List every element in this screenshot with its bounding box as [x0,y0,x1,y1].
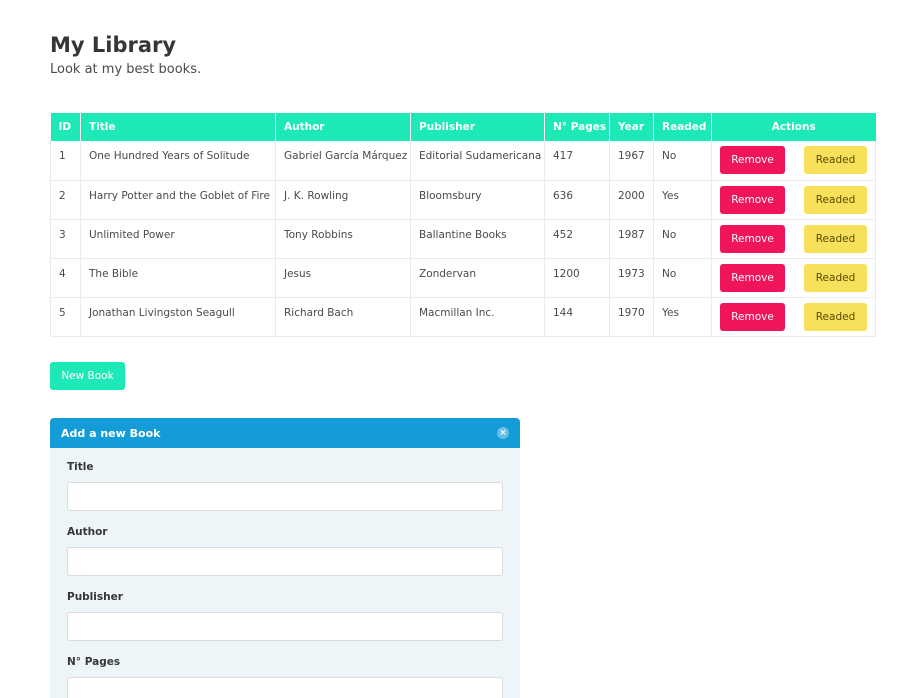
cell-readed: Yes [653,180,712,220]
table-row: 5 Jonathan Livingston Seagull Richard Ba… [50,297,876,337]
add-book-panel: Add a new Book × Title Author Publisher … [50,418,520,698]
table-row: 3 Unlimited Power Tony Robbins Ballantin… [50,219,876,259]
cell-year: 1970 [609,297,654,337]
readed-button[interactable]: Readed [804,263,867,292]
author-input[interactable] [67,547,503,576]
table-row: 1 One Hundred Years of Solitude Gabriel … [50,141,876,181]
table-header-row: ID Title Author Publisher N° Pages Year … [50,113,876,141]
cell-readed: Yes [653,297,712,337]
cell-year: 1967 [609,141,654,181]
cell-id: 4 [50,258,81,298]
column-header-pages: N° Pages [544,113,610,141]
cell-author: Gabriel García Márquez [275,141,411,181]
column-header-year: Year [609,113,654,141]
cell-author: Tony Robbins [275,219,411,259]
cell-pages: 417 [544,141,610,181]
page-title: My Library [50,33,177,57]
remove-button[interactable]: Remove [720,146,785,174]
cell-title: Unlimited Power [80,219,276,259]
cell-readed: No [653,141,712,181]
column-header-readed: Readed [653,113,712,141]
cell-actions: Remove Readed [711,219,876,259]
cell-actions: Remove Readed [711,258,876,298]
cell-id: 5 [50,297,81,337]
title-input[interactable] [67,482,503,511]
column-header-title: Title [80,113,276,141]
cell-id: 3 [50,219,81,259]
cell-actions: Remove Readed [711,141,876,181]
readed-button[interactable]: Readed [804,146,867,174]
page-subtitle: Look at my best books. [50,62,202,77]
pages-input[interactable] [67,677,503,698]
publisher-label: Publisher [67,591,123,603]
cell-pages: 452 [544,219,610,259]
table-row: 4 The Bible Jesus Zondervan 1200 1973 No… [50,258,876,298]
cell-title: The Bible [80,258,276,298]
remove-button[interactable]: Remove [720,302,785,331]
cell-pages: 144 [544,297,610,337]
cell-year: 1987 [609,219,654,259]
cell-id: 2 [50,180,81,220]
remove-button[interactable]: Remove [720,224,785,253]
panel-title: Add a new Book [61,426,161,440]
column-header-id: ID [50,113,81,141]
column-header-publisher: Publisher [410,113,545,141]
cell-year: 2000 [609,180,654,220]
remove-button[interactable]: Remove [720,185,785,214]
cell-readed: No [653,258,712,298]
publisher-input[interactable] [67,612,503,641]
table-row: 2 Harry Potter and the Goblet of Fire J.… [50,180,876,220]
cell-publisher: Bloomsbury [410,180,545,220]
cell-title: Jonathan Livingston Seagull [80,297,276,337]
books-table: ID Title Author Publisher N° Pages Year … [50,113,876,337]
cell-title: One Hundred Years of Solitude [80,141,276,181]
cell-year: 1973 [609,258,654,298]
cell-author: Jesus [275,258,411,298]
readed-button[interactable]: Readed [804,185,867,214]
readed-button[interactable]: Readed [804,302,867,331]
cell-title: Harry Potter and the Goblet of Fire [80,180,276,220]
close-icon[interactable]: × [497,427,509,439]
cell-publisher: Macmillan Inc. [410,297,545,337]
author-label: Author [67,526,108,538]
remove-button[interactable]: Remove [720,263,785,292]
title-label: Title [67,461,94,473]
cell-actions: Remove Readed [711,180,876,220]
column-header-actions: Actions [711,113,876,141]
cell-pages: 636 [544,180,610,220]
cell-publisher: Ballantine Books [410,219,545,259]
readed-button[interactable]: Readed [804,224,867,253]
cell-id: 1 [50,141,81,181]
add-book-form: Title Author Publisher N° Pages [50,448,520,698]
cell-actions: Remove Readed [711,297,876,337]
cell-author: Richard Bach [275,297,411,337]
cell-readed: No [653,219,712,259]
column-header-author: Author [275,113,411,141]
panel-header: Add a new Book × [50,418,520,448]
cell-publisher: Editorial Sudamericana [410,141,545,181]
cell-author: J. K. Rowling [275,180,411,220]
new-book-button[interactable]: New Book [50,362,125,390]
cell-pages: 1200 [544,258,610,298]
cell-publisher: Zondervan [410,258,545,298]
pages-label: N° Pages [67,656,121,668]
